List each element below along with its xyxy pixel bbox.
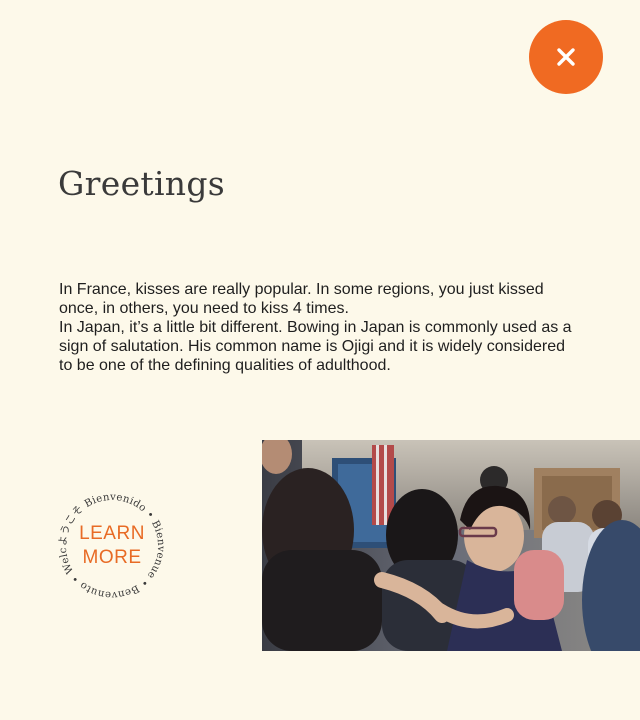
close-button[interactable] bbox=[529, 20, 603, 94]
body-text: In France, kisses are really popular. In… bbox=[59, 280, 579, 375]
people-hugging-photo bbox=[262, 440, 640, 651]
paragraph-japan: In Japan, it’s a little bit different. B… bbox=[59, 319, 572, 374]
learn-more-button[interactable]: ようこそ Bienvenido • Bienvenue • Benvenuto … bbox=[58, 492, 166, 600]
close-icon bbox=[557, 48, 575, 66]
learn-label: LEARN bbox=[79, 523, 145, 544]
paragraph-france: In France, kisses are really popular. In… bbox=[59, 281, 544, 317]
page-title: Greetings bbox=[58, 164, 226, 203]
learn-more-label: LEARN MORE bbox=[58, 522, 166, 570]
more-label: MORE bbox=[82, 547, 142, 568]
